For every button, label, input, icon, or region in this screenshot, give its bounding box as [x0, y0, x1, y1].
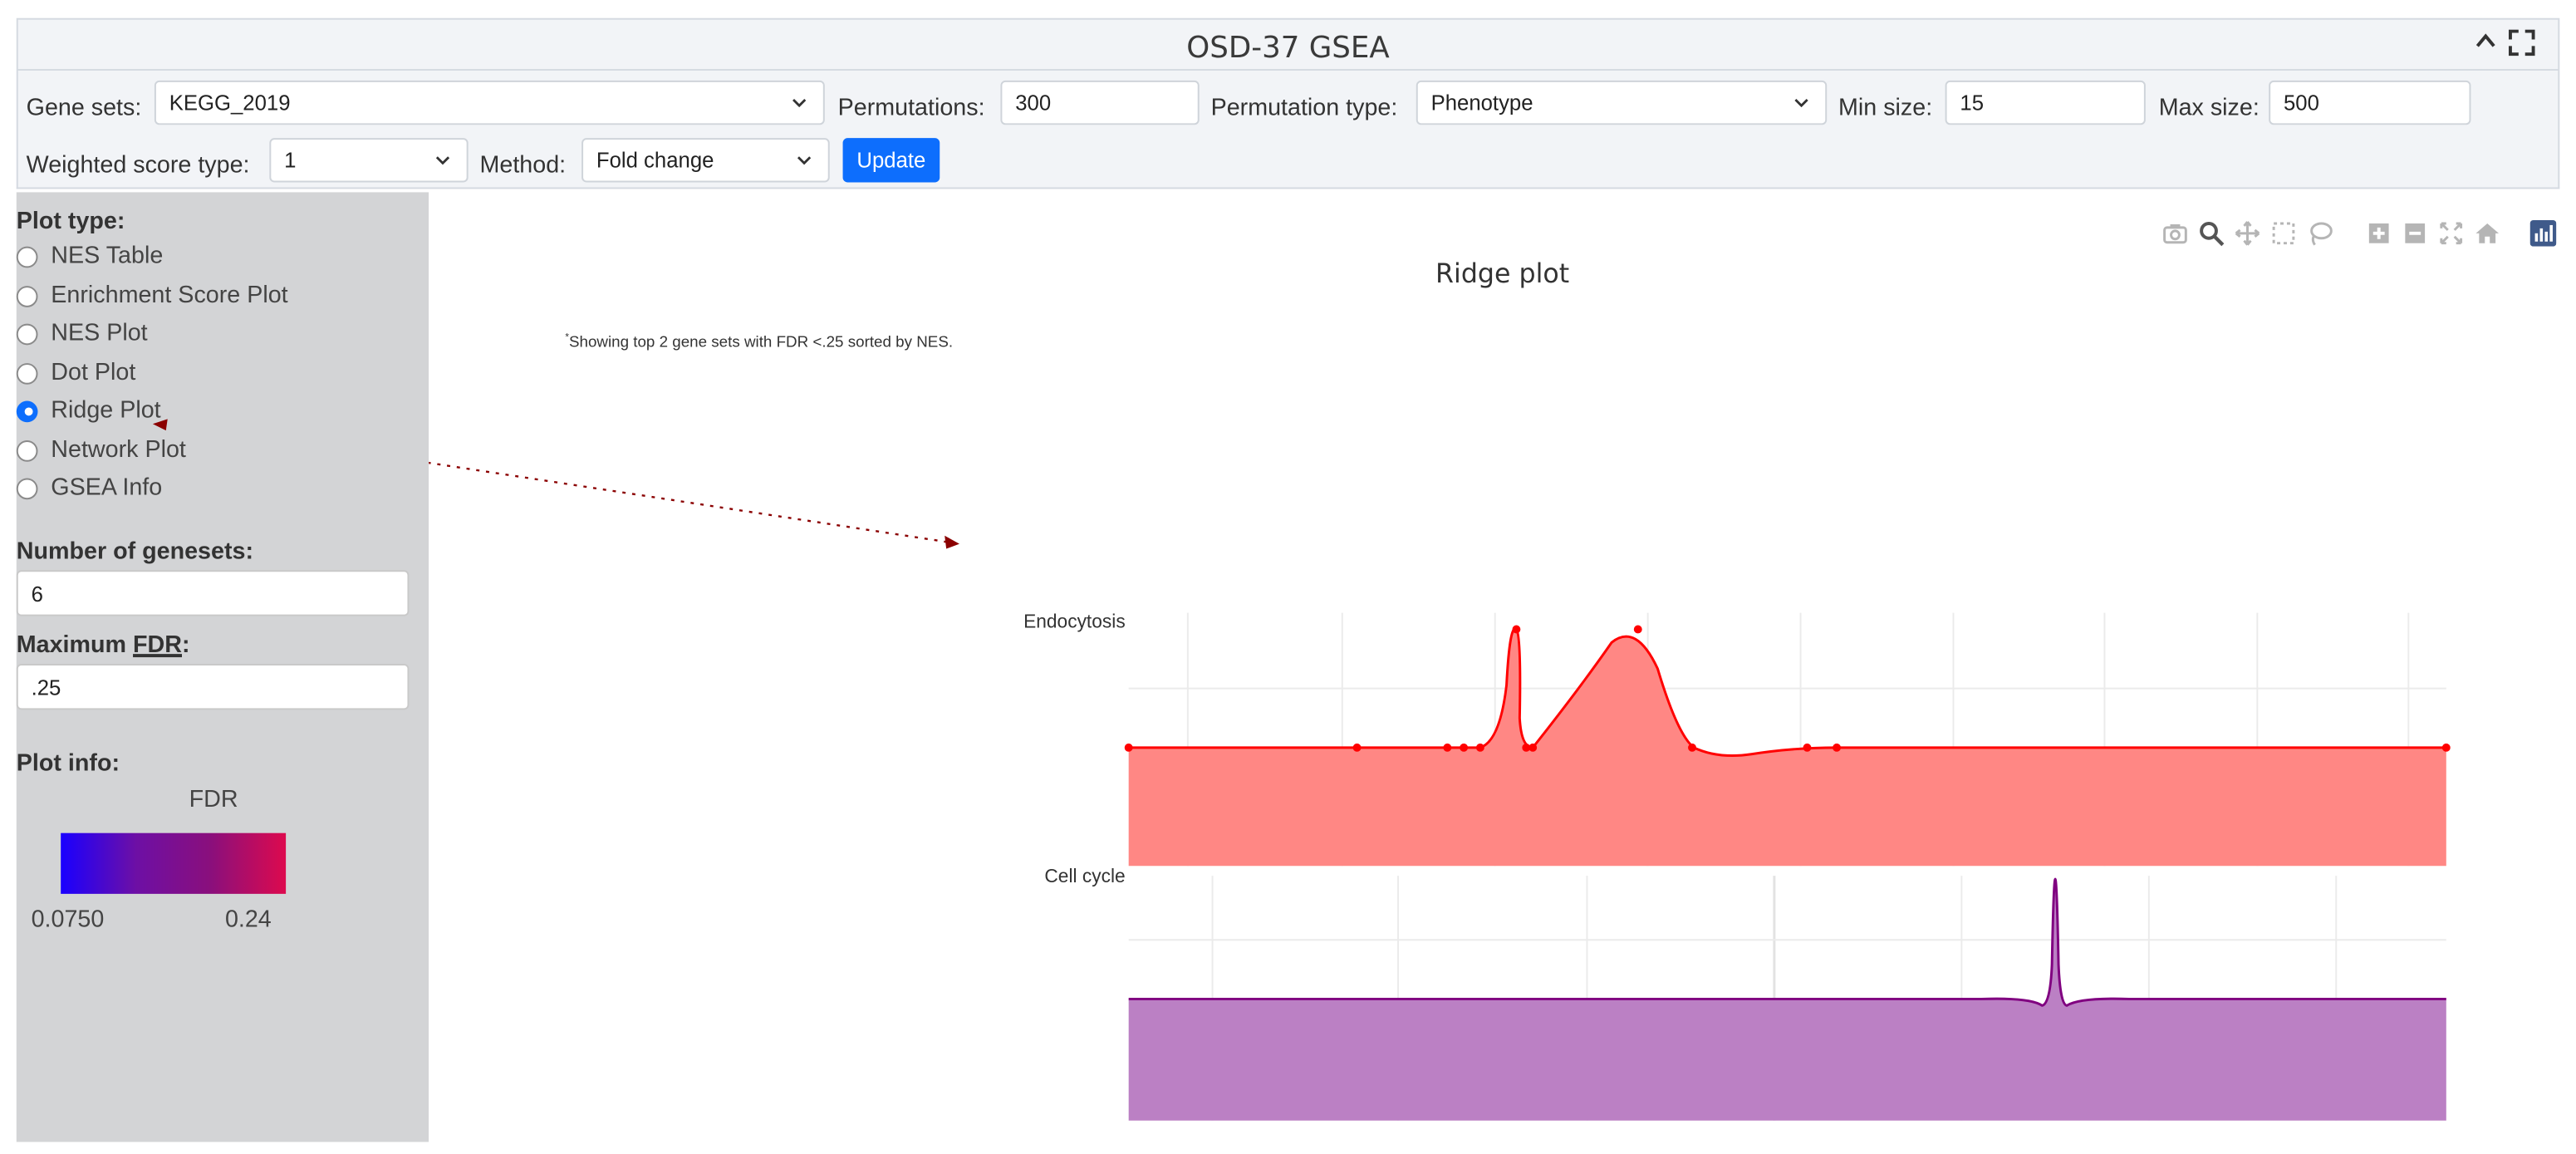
max-fdr-suffix: : — [181, 632, 190, 660]
max-fdr-prefix: Maximum — [16, 632, 134, 660]
radio-button[interactable] — [16, 362, 38, 384]
ridge-line-cell-cycle — [1128, 877, 2446, 1007]
gene-sets-select[interactable]: KEGG_2019 — [154, 80, 825, 125]
radio-label: Network Plot — [51, 437, 186, 464]
legend-title: FDR — [189, 787, 238, 813]
radio-nes-plot[interactable]: NES Plot — [16, 317, 148, 351]
gene-sets-label: Gene sets: — [26, 95, 142, 122]
radio-label: NES Table — [51, 243, 164, 270]
radio-label: Ridge Plot — [51, 397, 161, 425]
chevron-down-icon — [792, 99, 807, 108]
plot-area[interactable]: Ridge plot *Showing top 2 gene sets with… — [152, 192, 2576, 1142]
min-size-input[interactable]: 15 — [1945, 80, 2146, 125]
chevron-down-icon — [1794, 99, 1808, 108]
panel-title: OSD-37 GSEA — [1186, 31, 1390, 66]
data-point — [1352, 743, 1362, 752]
radio-button[interactable] — [16, 322, 38, 345]
max-fdr-input[interactable]: .25 — [16, 663, 410, 710]
method-label: Method: — [479, 152, 567, 179]
chevron-up-icon[interactable] — [2474, 30, 2497, 61]
annotation-arrow — [429, 461, 960, 549]
min-size-value: 15 — [1960, 90, 1985, 115]
chevron-down-icon — [435, 156, 450, 165]
permutations-label: Permutations: — [837, 95, 985, 122]
data-point — [1460, 743, 1469, 752]
radio-button[interactable] — [16, 245, 38, 268]
sidebar: Plot type: NES Table Enrichment Score Pl… — [16, 192, 429, 1142]
update-button[interactable]: Update — [842, 138, 940, 183]
weighted-score-select[interactable]: 1 — [269, 138, 469, 183]
data-point — [1528, 743, 1538, 752]
chevron-down-icon — [797, 156, 812, 165]
data-point — [1633, 625, 1642, 634]
ridge-plot-svg[interactable] — [429, 192, 2576, 1142]
data-point — [1833, 743, 1842, 752]
max-size-value: 500 — [2284, 90, 2319, 115]
controls-bar: Gene sets: KEGG_2019 Permutations: 300 P… — [16, 71, 2560, 189]
radio-button[interactable] — [16, 285, 38, 307]
data-point — [1512, 625, 1521, 634]
radio-enrichment-score-plot[interactable]: Enrichment Score Plot — [16, 279, 288, 312]
gene-sets-value: KEGG_2019 — [169, 90, 291, 115]
permutations-value: 300 — [1015, 90, 1052, 115]
data-point — [1803, 743, 1812, 752]
radio-label: GSEA Info — [51, 474, 163, 502]
max-fdr-value: .25 — [31, 675, 61, 700]
radio-nes-table[interactable]: NES Table — [16, 240, 164, 273]
legend-min: 0.0750 — [31, 906, 105, 934]
radio-gsea-info[interactable]: GSEA Info — [16, 472, 163, 505]
num-genesets-input[interactable]: 6 — [16, 570, 410, 616]
method-value: Fold change — [596, 147, 714, 173]
max-size-input[interactable]: 500 — [2269, 80, 2471, 125]
max-size-label: Max size: — [2158, 95, 2260, 122]
fdr-color-gradient — [61, 832, 287, 894]
radio-button[interactable] — [16, 440, 38, 461]
max-fdr-label: Maximum FDR: — [17, 632, 190, 659]
radio-button-selected[interactable] — [16, 400, 38, 422]
data-point — [1475, 743, 1484, 752]
plot-info-label: Plot info: — [16, 750, 120, 778]
permutation-type-label: Permutation type: — [1210, 95, 1398, 122]
method-select[interactable]: Fold change — [581, 138, 830, 183]
weighted-score-value: 1 — [284, 147, 297, 173]
permutations-input[interactable]: 300 — [1000, 80, 1200, 125]
radio-button[interactable] — [16, 477, 38, 499]
radio-label: NES Plot — [51, 320, 148, 347]
num-genesets-label: Number of genesets: — [16, 538, 254, 566]
ridge-line-endocytosis — [1128, 627, 2446, 758]
radio-ridge-plot[interactable]: Ridge Plot — [16, 395, 161, 428]
data-point — [2441, 743, 2451, 752]
plot-type-label: Plot type: — [16, 209, 125, 235]
radio-label: Dot Plot — [51, 360, 136, 386]
radio-label: Enrichment Score Plot — [51, 282, 288, 309]
radio-network-plot[interactable]: Network Plot — [16, 434, 186, 467]
panel-header: OSD-37 GSEA — [16, 17, 2560, 71]
legend-max: 0.24 — [224, 906, 272, 934]
fdr-abbr: FDR — [133, 632, 182, 660]
radio-dot-plot[interactable]: Dot Plot — [16, 356, 136, 390]
data-point — [1688, 743, 1696, 752]
arrowhead-icon — [152, 419, 168, 431]
permutation-type-value: Phenotype — [1430, 90, 1533, 115]
weighted-score-label: Weighted score type: — [26, 152, 250, 179]
data-point — [1443, 743, 1452, 752]
expand-icon[interactable] — [2508, 29, 2535, 65]
min-size-label: Min size: — [1838, 95, 1933, 122]
data-point — [1124, 743, 1133, 752]
num-genesets-value: 6 — [31, 582, 43, 606]
permutation-type-select[interactable]: Phenotype — [1416, 80, 1828, 125]
